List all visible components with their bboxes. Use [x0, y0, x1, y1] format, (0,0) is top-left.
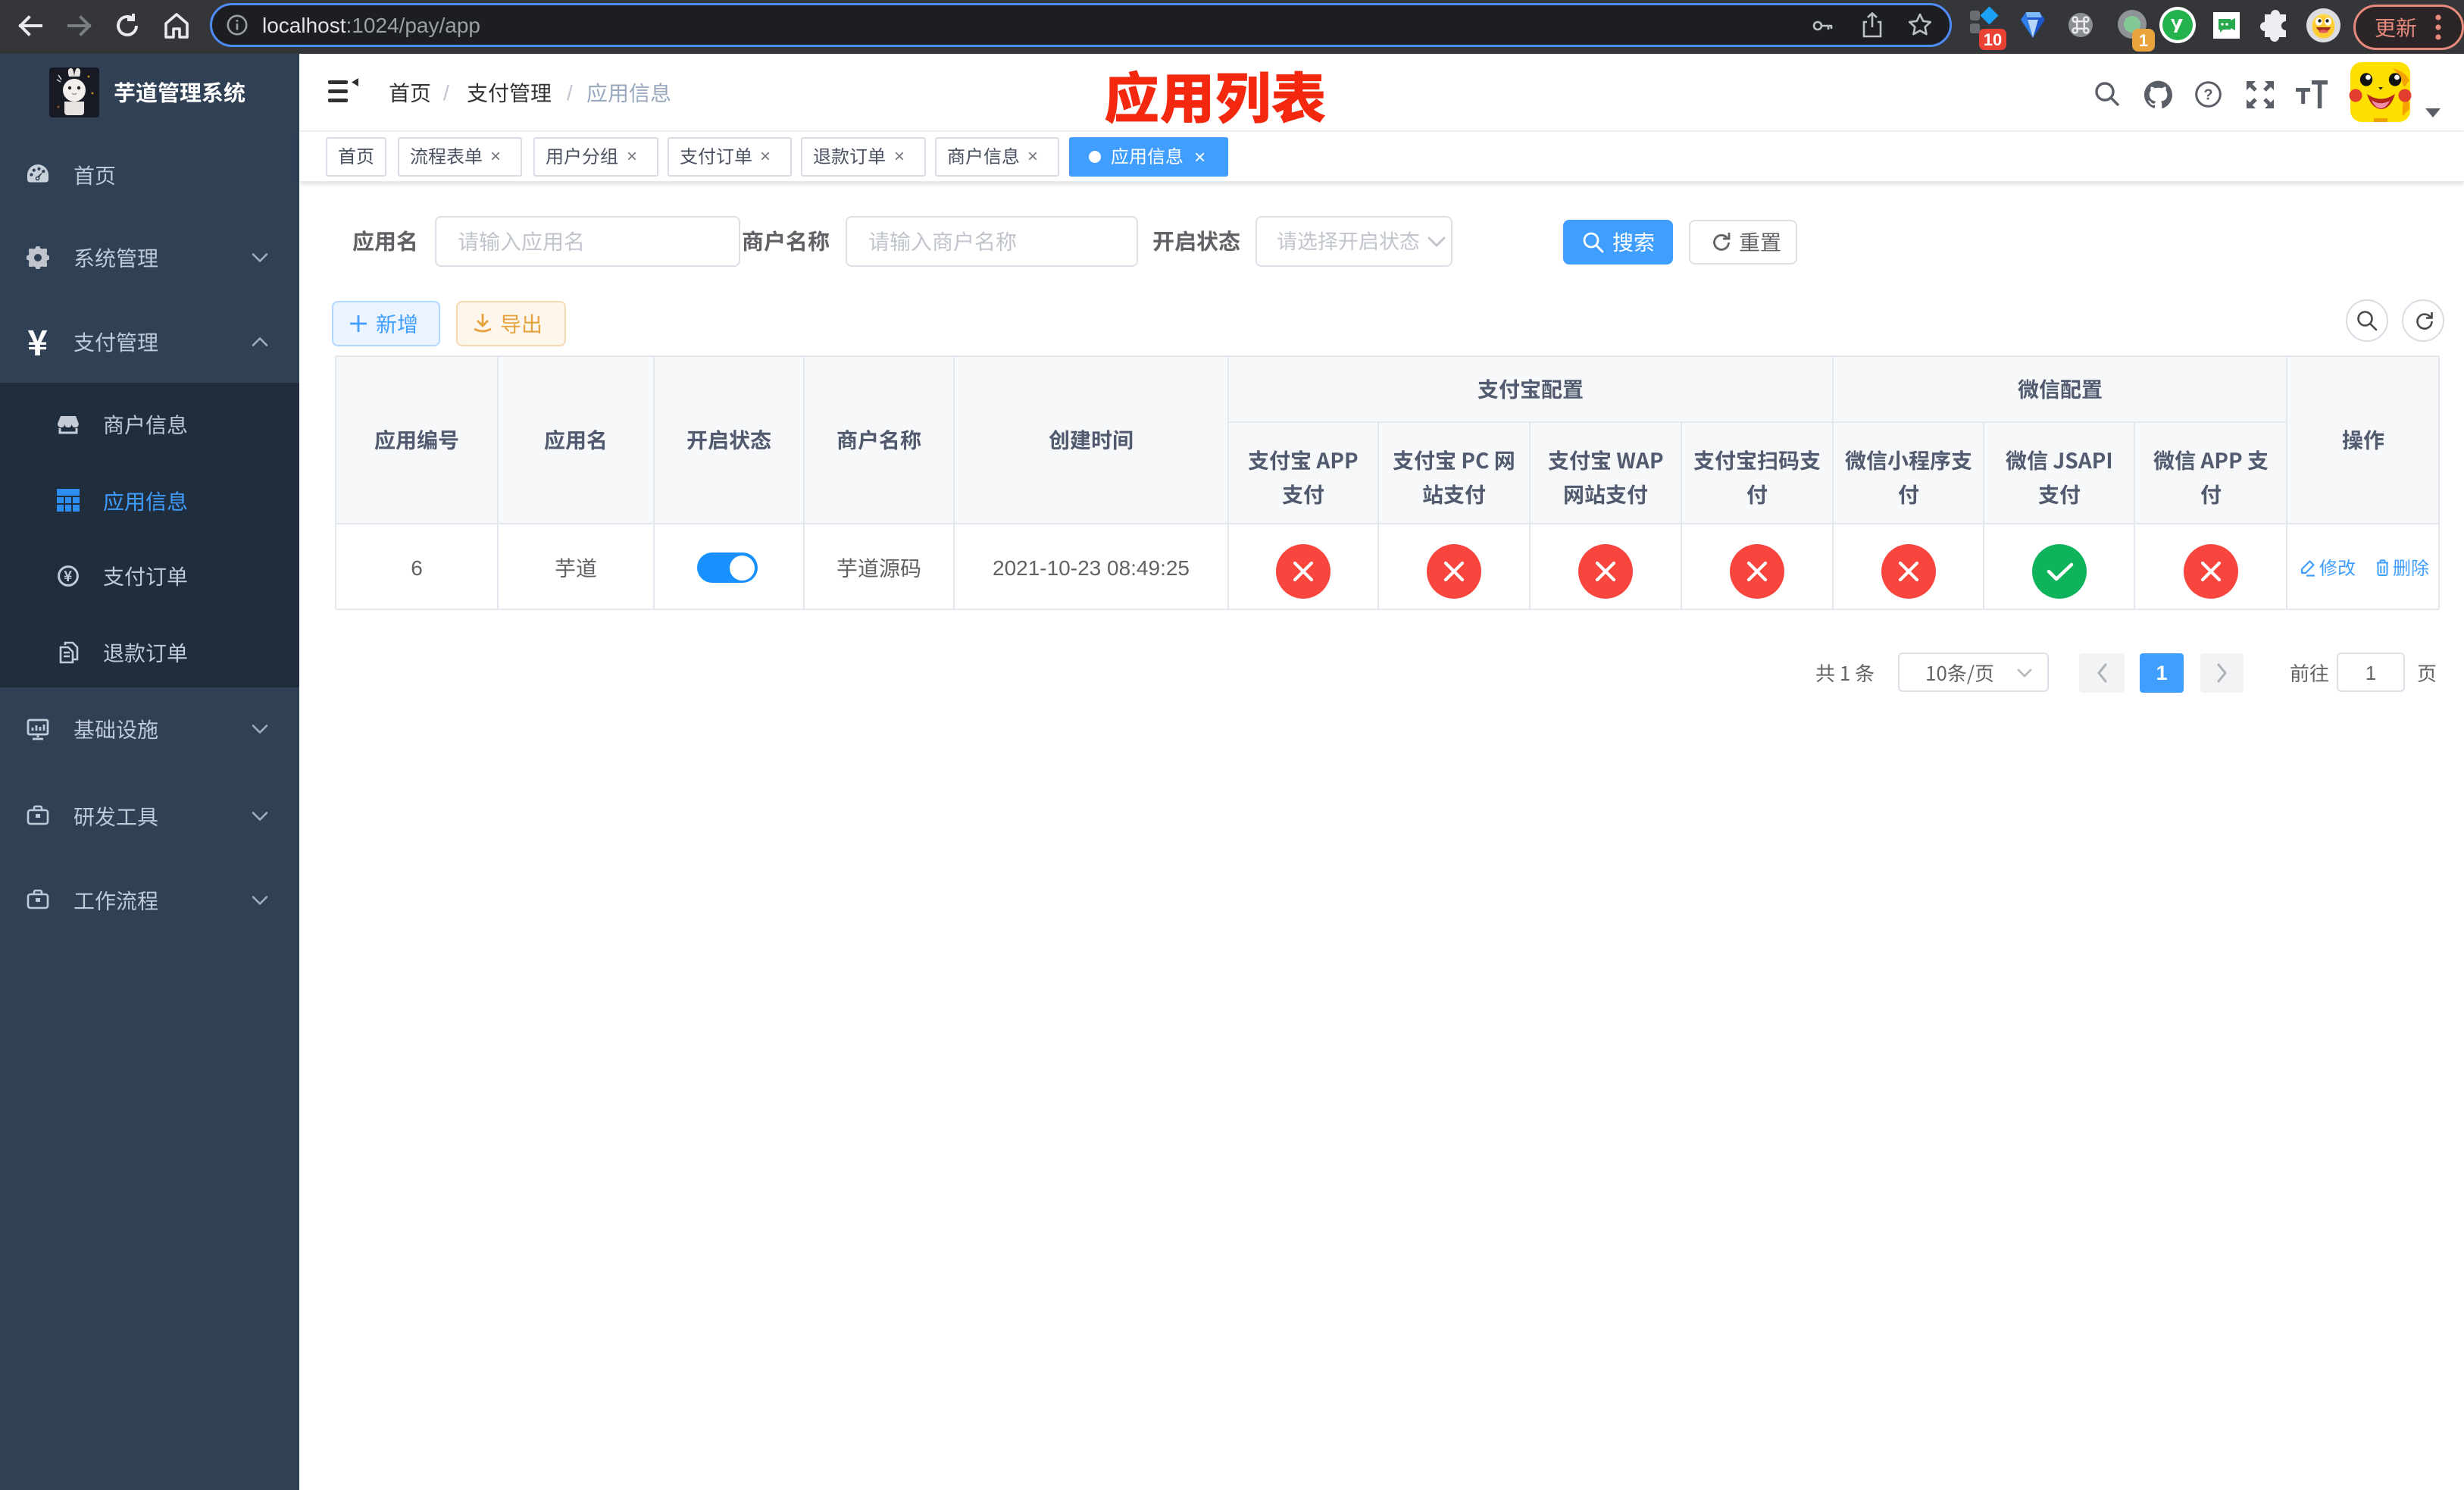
- svg-text:10: 10: [1984, 30, 2002, 49]
- svg-text:?: ?: [2203, 87, 2212, 104]
- svg-text:1: 1: [2139, 31, 2148, 50]
